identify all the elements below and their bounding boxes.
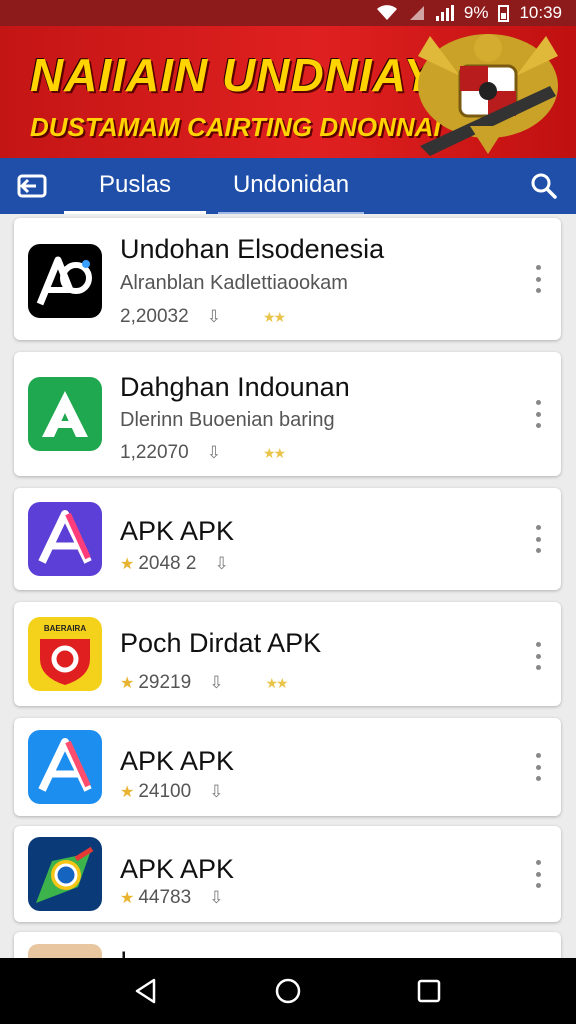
- signal-icon: [435, 5, 454, 21]
- system-nav-bar: [0, 958, 576, 1024]
- app-title: APK APK: [120, 746, 235, 776]
- download-count: 2,20032: [120, 306, 189, 327]
- app-title: Poch Dirdat APK: [120, 628, 322, 658]
- app-icon: [28, 837, 102, 911]
- star-icon: ★: [120, 675, 135, 692]
- star-icon: ★: [120, 890, 135, 907]
- more-options-icon[interactable]: [535, 525, 541, 553]
- purple-a-icon: [38, 510, 92, 564]
- more-options-icon[interactable]: [535, 642, 541, 670]
- app-meta: ★ 2048 2 ⇩: [120, 553, 229, 575]
- no-sim-icon: [409, 6, 424, 20]
- nav-recents-icon[interactable]: [413, 975, 445, 1007]
- download-icon: ⇩: [209, 888, 224, 907]
- app-meta: 2,20032 ⇩ ★★: [120, 306, 286, 328]
- app-list-item[interactable]: Dahghan Indounan Dlerinn Buoenian baring…: [14, 352, 561, 476]
- star-icon: ★: [120, 784, 135, 801]
- rating-stars-icon: ★★: [265, 674, 288, 691]
- app-list-item[interactable]: BAERAIRA Poch Dirdat APK ★ 29219 ⇩ ★★: [14, 602, 561, 706]
- app-meta: ★ 24100 ⇩: [120, 781, 223, 803]
- ap-logo-icon: [36, 256, 92, 306]
- app-subtitle: Dlerinn Buoenian baring: [120, 409, 335, 431]
- rating-stars-icon: ★★: [262, 308, 286, 325]
- app-title: Undohan Elsodenesia: [120, 234, 385, 264]
- back-icon[interactable]: [16, 170, 48, 202]
- app-title: APK APK: [120, 854, 235, 884]
- star-icon: ★: [120, 556, 135, 573]
- app-icon: BAERAIRA: [28, 617, 102, 691]
- app-meta: ★ 29219 ⇩ ★★: [120, 672, 289, 694]
- download-icon: ⇩: [206, 307, 221, 326]
- app-list-item[interactable]: APK APK ★ 24100 ⇩: [14, 718, 561, 816]
- app-icon: [28, 502, 102, 576]
- tab-puslas[interactable]: Puslas: [64, 158, 206, 214]
- app-meta: 1,22070 ⇩ ★★: [120, 442, 286, 464]
- battery-icon: [498, 4, 510, 22]
- tab-undonidan[interactable]: Undonidan: [218, 158, 364, 214]
- app-title: Dahghan Indounan: [120, 372, 350, 402]
- icon-label: BAERAIRA: [43, 624, 87, 633]
- app-title: APK APK: [120, 516, 235, 546]
- app-list-item[interactable]: Undohan Elsodenesia Alranblan Kadlettiao…: [14, 218, 561, 340]
- more-options-icon[interactable]: [535, 265, 541, 293]
- battery-percent: 9%: [463, 3, 489, 22]
- blue-a-icon: [38, 738, 92, 792]
- top-tab-bar: Puslas Undonidan: [0, 158, 576, 214]
- more-options-icon[interactable]: [535, 400, 541, 428]
- download-count: 24100: [138, 781, 192, 802]
- app-list-item[interactable]: APK APK ★ 2048 2 ⇩: [14, 488, 561, 590]
- garuda-emblem-icon: [418, 34, 558, 156]
- banner-subheadline: DUSTAMAM CAIRTING DNONNAI: [30, 112, 441, 142]
- download-count: 29219: [138, 672, 192, 693]
- download-icon: ⇩: [214, 554, 229, 573]
- app-icon: [28, 377, 102, 451]
- download-count: 1,22070: [120, 442, 189, 463]
- app-icon: [28, 244, 102, 318]
- rating-stars-icon: ★★: [262, 444, 286, 461]
- status-bar: 9% 10:39: [0, 0, 576, 26]
- map-pin-icon: [36, 846, 94, 903]
- app-list-item[interactable]: APK APK ★ 44783 ⇩: [14, 826, 561, 922]
- clock: 10:39: [519, 3, 562, 22]
- banner-headline: NAIIAIN UNDNIAY: [30, 49, 436, 101]
- app-meta: ★ 44783 ⇩: [120, 887, 223, 909]
- download-count: 2048 2: [138, 553, 197, 574]
- green-a-icon: [42, 391, 88, 437]
- download-icon: ⇩: [209, 673, 224, 692]
- download-icon: ⇩: [209, 782, 224, 801]
- promo-banner[interactable]: NAIIAIN UNDNIAY DUSTAMAM CAIRTING DNONNA…: [0, 26, 576, 158]
- more-options-icon[interactable]: [535, 753, 541, 781]
- more-options-icon[interactable]: [535, 860, 541, 888]
- search-icon[interactable]: [528, 170, 560, 202]
- download-count: 44783: [138, 887, 192, 908]
- download-icon: ⇩: [206, 443, 221, 462]
- nav-home-icon[interactable]: [272, 975, 304, 1007]
- nav-back-icon[interactable]: [130, 975, 162, 1007]
- wifi-icon: [376, 5, 397, 20]
- app-subtitle: Alranblan Kadlettiaookam: [120, 272, 348, 294]
- app-icon: [28, 730, 102, 804]
